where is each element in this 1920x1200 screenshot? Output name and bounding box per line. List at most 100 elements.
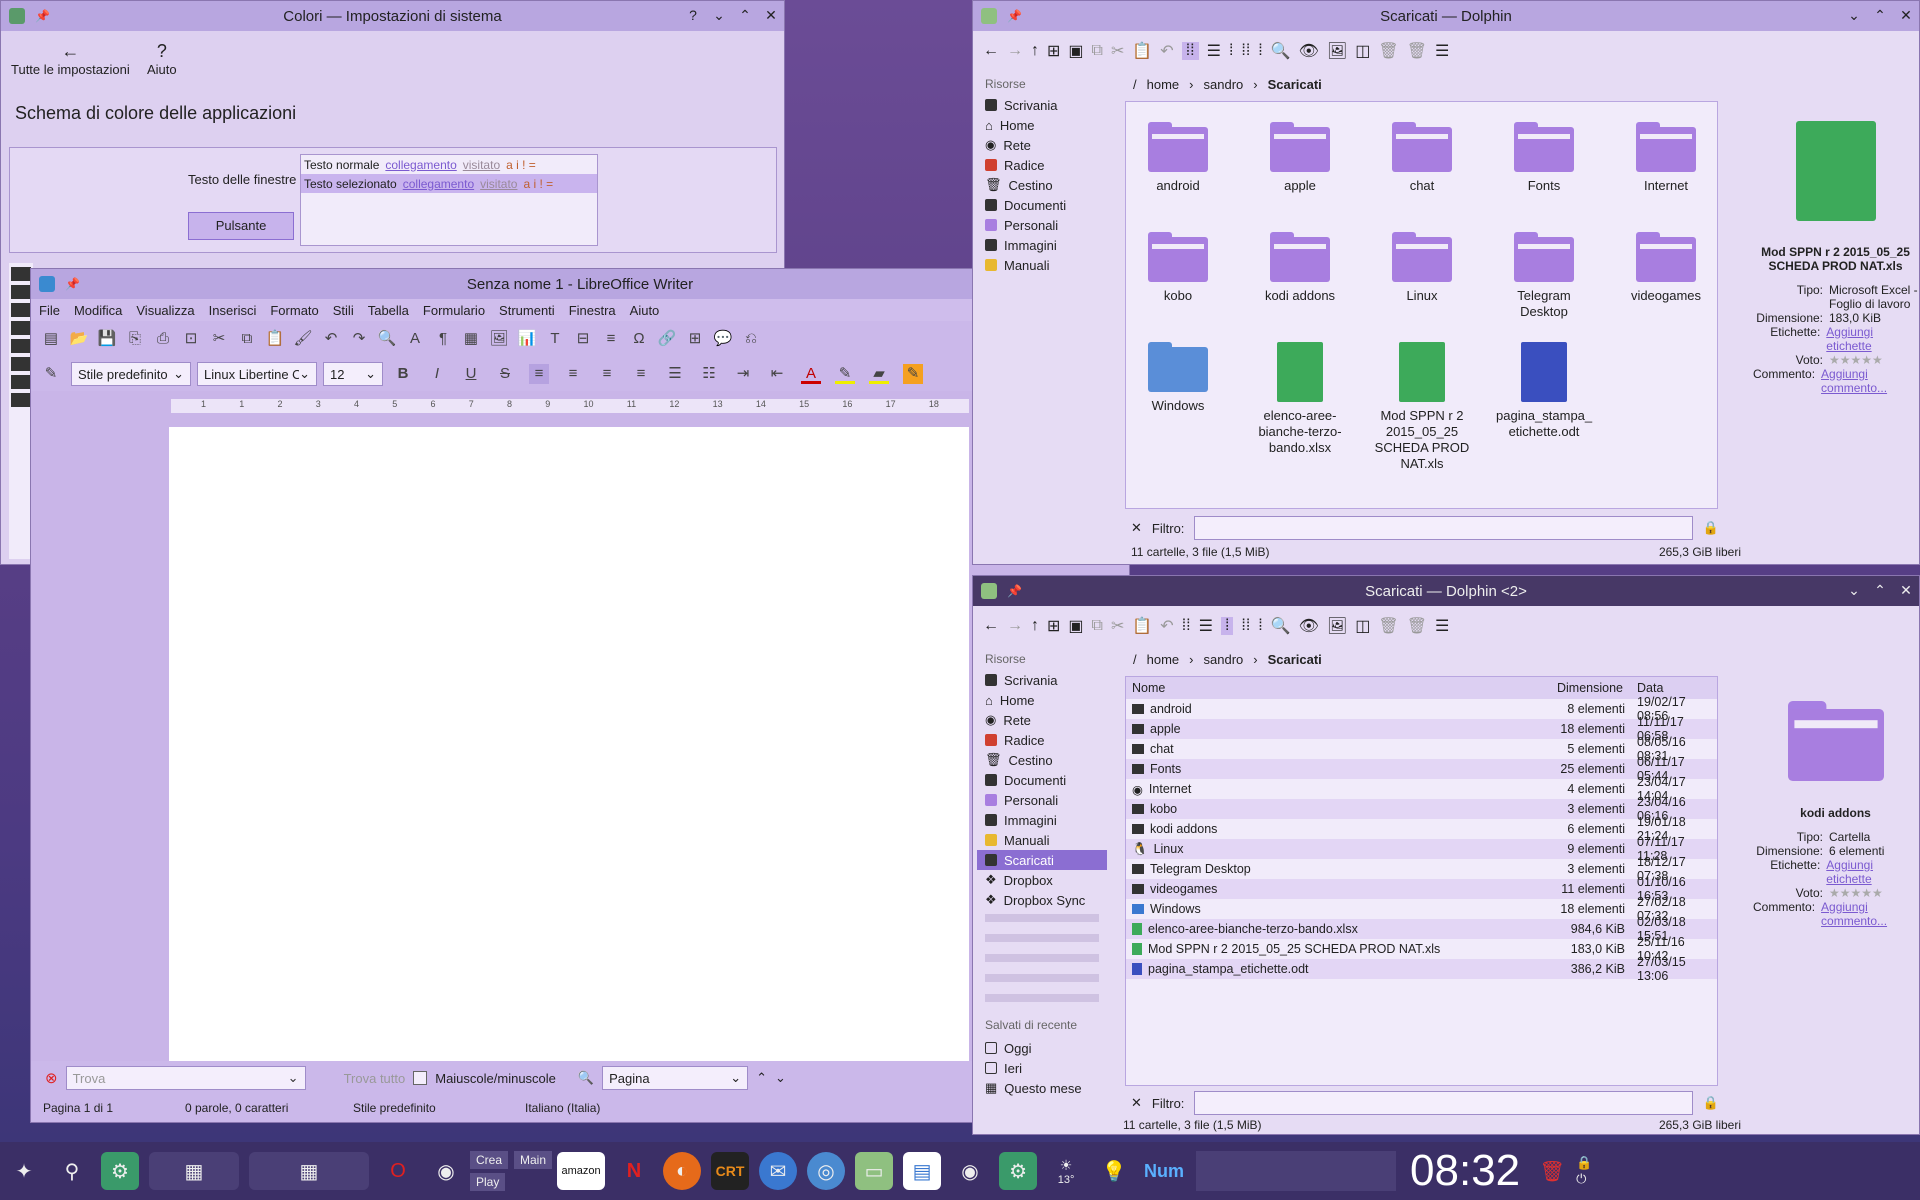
close-icon[interactable]: ✕ <box>764 7 778 24</box>
play-button[interactable]: Play <box>470 1173 506 1191</box>
indent-icon[interactable]: ⇥ <box>733 364 753 384</box>
font-size-select[interactable]: 12 ⌄ <box>323 362 383 386</box>
image-icon[interactable]: 🖼 <box>1327 41 1347 61</box>
grid-item-internet[interactable]: Internet <box>1618 122 1714 194</box>
copy-icon[interactable]: ⧉ <box>1092 617 1103 635</box>
place-manuali[interactable]: Manuali <box>977 830 1107 850</box>
justify-icon[interactable]: ≡ <box>631 364 651 384</box>
details-view-icon[interactable]: ⁞ <box>1220 617 1234 635</box>
pin-icon[interactable]: 📌 <box>35 9 50 23</box>
place-rete[interactable]: ◉ Rete <box>977 135 1107 155</box>
delete-icon[interactable]: 🗑 <box>1407 616 1427 636</box>
grid-item-telegram[interactable]: Telegram Desktop <box>1496 232 1592 320</box>
place-dropbox-sync[interactable]: ❖ Dropbox Sync <box>977 890 1107 910</box>
footnote-icon[interactable]: ⊞ <box>685 329 705 349</box>
field-icon[interactable]: ≡ <box>601 329 621 349</box>
table-row[interactable]: 🐧 Linux 9 elementi 07/11/17 11:28 <box>1126 835 1717 863</box>
table-row[interactable]: Fonts 25 elementi 06/11/17 05:44 <box>1126 755 1717 783</box>
pin-icon[interactable]: 📌 <box>1007 9 1022 23</box>
crumb-home[interactable]: home <box>1147 77 1180 92</box>
edit-icon[interactable]: ✎ <box>903 364 923 384</box>
table-row[interactable]: videogames 11 elementi 01/10/16 16:53 <box>1126 875 1717 903</box>
bold-icon[interactable]: B <box>393 364 413 384</box>
menu-aiuto[interactable]: Aiuto <box>630 303 660 318</box>
compact-view-icon[interactable]: ☰ <box>1207 41 1221 61</box>
minimize-icon[interactable]: ⌄ <box>1847 7 1861 24</box>
maximize-icon[interactable]: ⌃ <box>1873 582 1887 599</box>
crumb-home[interactable]: home <box>1147 652 1180 667</box>
track-icon[interactable]: ⎌ <box>741 329 761 349</box>
cut-icon[interactable]: ✂ <box>209 329 229 349</box>
place-personali[interactable]: Personali <box>977 215 1107 235</box>
search-icon[interactable]: 🔍 <box>1271 616 1291 636</box>
dolphin-titlebar[interactable]: 📌 Scaricati — Dolphin ⌄ ⌃ ✕ <box>973 1 1919 31</box>
crumb-sandro[interactable]: sandro <box>1204 652 1244 667</box>
search-icon[interactable]: 🔍 <box>578 1070 594 1086</box>
new-folder-icon[interactable]: ▣ <box>1068 41 1083 61</box>
trash-icon[interactable]: 🗑 <box>1533 1152 1571 1190</box>
place-personali[interactable]: Personali <box>977 790 1107 810</box>
bullets-icon[interactable]: ☰ <box>665 364 685 384</box>
hidden-icon[interactable]: 👁 <box>1299 616 1319 636</box>
new-tab-icon[interactable]: ⊞ <box>1047 41 1060 61</box>
rating-stars[interactable]: ★★★★★ <box>1829 353 1883 367</box>
details-view-icon[interactable]: ⁞ <box>1229 42 1233 60</box>
place-immagini[interactable]: Immagini <box>977 235 1107 255</box>
preview-button[interactable]: Pulsante <box>188 212 294 240</box>
align-right-icon[interactable]: ≡ <box>597 364 617 384</box>
maximize-icon[interactable]: ⌃ <box>1873 7 1887 24</box>
recent-oggi[interactable]: Oggi <box>977 1038 1107 1058</box>
close-filter-icon[interactable]: ✕ <box>1131 1095 1142 1111</box>
add-comment-link[interactable]: Aggiungi commento... <box>1821 367 1918 395</box>
paste-icon[interactable]: 📋 <box>1132 41 1152 61</box>
crumb-root[interactable]: / <box>1133 652 1137 667</box>
settings-app-icon[interactable]: ⚙ <box>101 1152 139 1190</box>
opera-icon[interactable]: O <box>379 1152 417 1190</box>
place-radice[interactable]: Radice <box>977 730 1107 750</box>
minimize-icon[interactable]: ⌄ <box>1847 582 1861 599</box>
place-dropbox[interactable]: ❖ Dropbox <box>977 870 1107 890</box>
quicklaunch-icons[interactable]: ▦ <box>149 1152 239 1190</box>
settings-task-icon[interactable]: ⚙ <box>999 1152 1038 1190</box>
new-tab-icon[interactable]: ⊞ <box>1047 616 1060 636</box>
find-icon[interactable]: 🔍 <box>377 329 397 349</box>
clock[interactable]: 08:32 <box>1410 1146 1520 1196</box>
menu-modifica[interactable]: Modifica <box>74 303 122 318</box>
strikethrough-icon[interactable]: S <box>495 364 515 384</box>
crumb-root[interactable]: / <box>1133 77 1137 92</box>
grid-item-android[interactable]: android <box>1130 122 1226 194</box>
add-comment-link[interactable]: Aggiungi commento... <box>1821 900 1918 928</box>
textbox-icon[interactable]: T <box>545 329 565 349</box>
copy-icon[interactable]: ⧉ <box>1092 42 1103 60</box>
menu-strumenti[interactable]: Strumenti <box>499 303 555 318</box>
close-filter-icon[interactable]: ✕ <box>1131 520 1142 536</box>
place-rete[interactable]: ◉ Rete <box>977 710 1107 730</box>
preview-icon[interactable]: ⁞⁞ <box>1241 42 1250 60</box>
menu-tabella[interactable]: Tabella <box>368 303 409 318</box>
trash-icon[interactable]: 🗑 <box>1378 616 1398 636</box>
place-scrivania[interactable]: Scrivania <box>977 670 1107 690</box>
table-row[interactable]: chat 5 elementi 08/05/16 08:31 <box>1126 735 1717 763</box>
menu-icon[interactable]: ☰ <box>1435 616 1449 636</box>
find-all-button[interactable]: Trova tutto <box>344 1071 406 1086</box>
back-button[interactable]: ← Tutte le impostazioni <box>11 41 130 77</box>
dolphin2-titlebar[interactable]: 📌 Scaricati — Dolphin <2> ⌄ ⌃ ✕ <box>973 576 1919 606</box>
table-row[interactable]: kodi addons 6 elementi 19/01/18 21:24 <box>1126 815 1717 843</box>
crea-button[interactable]: Crea <box>470 1151 509 1169</box>
table-row[interactable]: apple 18 elementi 11/11/17 06:58 <box>1126 715 1717 743</box>
grid-item-fonts[interactable]: Fonts <box>1496 122 1592 194</box>
place-immagini[interactable]: Immagini <box>977 810 1107 830</box>
add-tags-link[interactable]: Aggiungi etichette <box>1826 858 1918 886</box>
paragraph-style-select[interactable]: Stile predefinito ⌄ <box>71 362 191 386</box>
outdent-icon[interactable]: ⇤ <box>767 364 787 384</box>
preview-icon[interactable]: ⊡ <box>181 329 201 349</box>
back-icon[interactable]: ← <box>983 617 999 635</box>
table-row[interactable]: Telegram Desktop 3 elementi 18/12/17 07:38 <box>1126 855 1717 883</box>
cut-icon[interactable]: ✂ <box>1111 616 1124 636</box>
recent-questo-mese[interactable]: ▦ Questo mese <box>977 1078 1107 1098</box>
help-button[interactable]: ? Aiuto <box>147 41 177 77</box>
place-cestino[interactable]: 🗑 Cestino <box>977 175 1107 195</box>
filter-input[interactable] <box>1194 516 1693 540</box>
font-name-select[interactable]: Linux Libertine O ⌄ <box>197 362 317 386</box>
table-row[interactable]: elenco-aree-bianche-terzo-bando.xlsx 984,… <box>1126 915 1717 943</box>
